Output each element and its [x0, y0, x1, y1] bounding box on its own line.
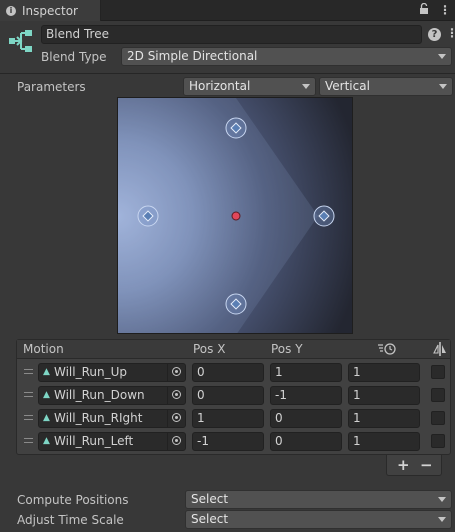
- motion-name: Will_Run_Up: [54, 365, 128, 379]
- animation-clip-icon: ▲: [43, 367, 50, 377]
- adjust-time-scale-dropdown[interactable]: Select: [185, 510, 452, 529]
- object-picker-icon: [172, 390, 181, 399]
- adjust-time-scale-label: Adjust Time Scale: [17, 513, 124, 527]
- tab-menu-icon[interactable]: ⋮: [439, 3, 451, 18]
- chevron-down-icon: [438, 497, 446, 502]
- y-parameter-dropdown[interactable]: Vertical: [319, 77, 453, 96]
- time-scale-field[interactable]: 1: [348, 386, 420, 405]
- adjust-time-scale-value: Select: [191, 512, 229, 526]
- time-scale-field[interactable]: 1: [348, 432, 420, 451]
- time-scale-field[interactable]: 1: [348, 409, 420, 428]
- object-picker-button[interactable]: [167, 433, 185, 450]
- mirror-icon: [433, 342, 447, 359]
- chevron-down-icon: [439, 84, 447, 89]
- blend-type-dropdown[interactable]: 2D Simple Directional: [121, 47, 452, 66]
- chevron-down-icon: [302, 84, 310, 89]
- compute-positions-dropdown[interactable]: Select: [185, 490, 452, 509]
- pos-y-field[interactable]: -1: [270, 386, 342, 405]
- motion-table-header: Motion Pos X Pos Y: [17, 340, 450, 359]
- remove-motion-button[interactable]: −: [420, 456, 433, 474]
- pos-y-field[interactable]: 0: [270, 409, 342, 428]
- motion-name: Will_Run_RIght: [54, 411, 143, 425]
- x-parameter-dropdown[interactable]: Horizontal: [183, 77, 316, 96]
- mirror-checkbox[interactable]: [431, 388, 445, 402]
- parameter-position-marker[interactable]: [231, 211, 241, 221]
- motion-field[interactable]: ▲ Will_Run_Down: [38, 386, 186, 405]
- animation-clip-icon: ▲: [43, 390, 50, 400]
- pos-x-field[interactable]: 1: [192, 409, 264, 428]
- blend-graph[interactable]: [117, 97, 353, 334]
- info-icon: i: [6, 5, 16, 16]
- lock-icon[interactable]: [419, 2, 429, 18]
- object-picker-icon: [172, 436, 181, 445]
- motion-field[interactable]: ▲ Will_Run_Left: [38, 432, 186, 451]
- animation-clip-icon: ▲: [43, 436, 50, 446]
- x-parameter-value: Horizontal: [189, 79, 251, 93]
- tab-inspector[interactable]: i Inspector: [0, 0, 101, 21]
- help-icon[interactable]: ?: [428, 28, 441, 41]
- mirror-checkbox[interactable]: [431, 411, 445, 425]
- blend-type-label: Blend Type: [41, 50, 107, 64]
- y-parameter-value: Vertical: [325, 79, 370, 93]
- blend-tree-name-field[interactable]: Blend Tree: [41, 25, 422, 44]
- object-picker-button[interactable]: [167, 387, 185, 404]
- mirror-checkbox[interactable]: [431, 434, 445, 448]
- chevron-down-icon: [438, 54, 446, 59]
- drag-handle-icon[interactable]: [24, 438, 33, 443]
- time-scale-field[interactable]: 1: [348, 363, 420, 382]
- motion-row: ▲ Will_Run_Down 0 -1 1: [17, 384, 450, 407]
- motion-name: Will_Run_Down: [54, 388, 145, 402]
- time-scale-icon: [377, 342, 399, 359]
- add-motion-button[interactable]: +: [397, 456, 410, 474]
- blend-type-value: 2D Simple Directional: [127, 49, 258, 63]
- drag-handle-icon[interactable]: [24, 369, 33, 374]
- parameters-label: Parameters: [17, 80, 86, 94]
- blend-graph-canvas: [118, 98, 352, 333]
- component-menu-icon[interactable]: ⋮: [446, 26, 455, 40]
- blend-tree-icon: [9, 30, 32, 52]
- pos-x-column-header: Pos X: [193, 342, 226, 356]
- tab-bar: i Inspector ⋮: [0, 0, 455, 21]
- pos-x-field[interactable]: -1: [192, 432, 264, 451]
- motion-row: ▲ Will_Run_RIght 1 0 1: [17, 407, 450, 430]
- motion-name: Will_Run_Left: [54, 434, 134, 448]
- pos-x-field[interactable]: 0: [192, 363, 264, 382]
- drag-handle-icon[interactable]: [24, 415, 33, 420]
- pos-y-field[interactable]: 0: [270, 432, 342, 451]
- object-picker-icon: [172, 413, 181, 422]
- object-picker-button[interactable]: [167, 364, 185, 381]
- mirror-checkbox[interactable]: [431, 365, 445, 379]
- compute-positions-label: Compute Positions: [17, 493, 129, 507]
- object-picker-icon: [172, 367, 181, 376]
- motion-field[interactable]: ▲ Will_Run_RIght: [38, 409, 186, 428]
- drag-handle-icon[interactable]: [24, 392, 33, 397]
- divider: [0, 73, 455, 74]
- pos-y-column-header: Pos Y: [271, 342, 303, 356]
- motion-table: Motion Pos X Pos Y ▲ Will_Run_Up 0 1 1 ▲…: [16, 339, 451, 455]
- motion-row: ▲ Will_Run_Left -1 0 1: [17, 430, 450, 453]
- chevron-down-icon: [438, 517, 446, 522]
- tab-label: Inspector: [22, 3, 78, 18]
- motion-column-header: Motion: [23, 342, 64, 356]
- pos-x-field[interactable]: 0: [192, 386, 264, 405]
- pos-y-field[interactable]: 1: [270, 363, 342, 382]
- motion-row: ▲ Will_Run_Up 0 1 1: [17, 361, 450, 384]
- object-picker-button[interactable]: [167, 410, 185, 427]
- motion-field[interactable]: ▲ Will_Run_Up: [38, 363, 186, 382]
- compute-positions-value: Select: [191, 492, 229, 506]
- list-footer: + −: [386, 455, 442, 476]
- animation-clip-icon: ▲: [43, 413, 50, 423]
